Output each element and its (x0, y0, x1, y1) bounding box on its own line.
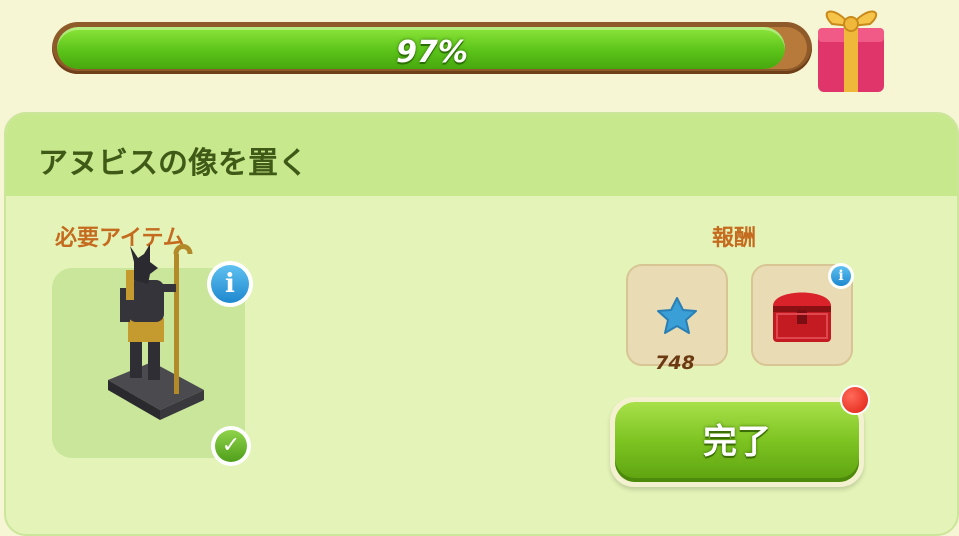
progress-track-inner: 97% (57, 27, 807, 69)
info-small-icon[interactable]: i (828, 263, 854, 289)
checkmark-glyph: ✓ (215, 430, 247, 462)
rewards-label: 報酬 (712, 226, 757, 251)
checkmark-icon: ✓ (211, 426, 251, 466)
reward-amount: 748 (655, 352, 695, 374)
gift-box-icon[interactable] (804, 0, 894, 96)
info-small-glyph: i (831, 266, 851, 286)
info-glyph: i (211, 265, 249, 303)
quest-title: アヌビスの像を置く (38, 146, 308, 181)
blue-star-icon (657, 297, 697, 334)
info-icon[interactable]: i (207, 261, 253, 307)
anubis-statue-icon (100, 240, 210, 425)
complete-button[interactable]: 完了 (610, 397, 864, 487)
complete-button-label: 完了 (615, 402, 859, 482)
notification-dot (840, 385, 870, 415)
reward-slot-star[interactable] (626, 264, 728, 366)
progress-bar: 97% (52, 22, 812, 74)
progress-label: 97% (396, 35, 468, 69)
